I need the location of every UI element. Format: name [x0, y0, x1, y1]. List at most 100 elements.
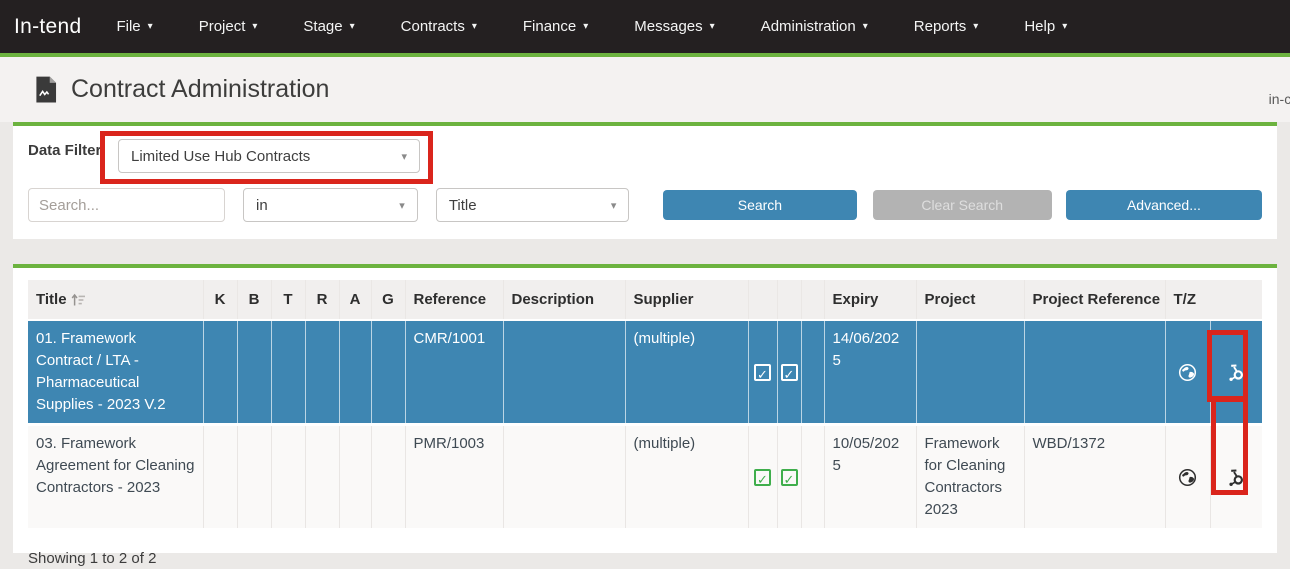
sort-ascending-icon — [70, 292, 86, 308]
cell-g — [371, 425, 405, 529]
cell-project — [916, 320, 1024, 425]
advanced-search-button[interactable]: Advanced... — [1066, 190, 1262, 220]
table-header-row: Title K B T R A G Refer — [28, 280, 1262, 320]
search-field-select[interactable]: Title ▾ — [436, 188, 630, 222]
clear-search-button[interactable]: Clear Search — [873, 190, 1052, 220]
column-header-supplier[interactable]: Supplier — [625, 280, 748, 320]
menu-project-label: Project — [199, 18, 246, 35]
contracts-table: Title K B T R A G Refer — [28, 280, 1262, 528]
menu-project[interactable]: Project ▾ — [176, 18, 281, 35]
column-header-expiry[interactable]: Expiry — [824, 280, 916, 320]
hub-sprocket-icon — [1226, 362, 1246, 382]
cell-description — [503, 320, 625, 425]
menu-messages[interactable]: Messages ▾ — [611, 18, 737, 35]
cell-check1 — [748, 425, 777, 529]
menu-messages-label: Messages — [634, 18, 702, 35]
column-header-r[interactable]: R — [305, 280, 339, 320]
cell-expiry: 14/06/2025 — [824, 320, 916, 425]
cell-title: 01. Framework Contract / LTA - Pharmaceu… — [28, 320, 203, 425]
menu-reports-label: Reports — [914, 18, 967, 35]
contracts-table-panel: Title K B T R A G Refer — [13, 264, 1277, 553]
globe-icon — [1178, 468, 1197, 487]
checkbox-checked-icon — [754, 469, 771, 486]
checkbox-checked-icon — [781, 364, 798, 381]
search-operator-select[interactable]: in ▾ — [243, 188, 418, 222]
column-header-title[interactable]: Title — [28, 280, 203, 320]
cell-k — [203, 425, 237, 529]
column-header-g[interactable]: G — [371, 280, 405, 320]
cell-check1 — [748, 320, 777, 425]
menu-contracts[interactable]: Contracts▾ — [378, 18, 500, 35]
cell-tz-globe[interactable] — [1165, 320, 1210, 425]
chevron-down-icon: ▾ — [252, 21, 257, 32]
column-header-t[interactable]: T — [271, 280, 305, 320]
chevron-down-icon: ▾ — [583, 21, 588, 32]
chevron-down-icon: ▾ — [399, 199, 405, 212]
cell-spacer — [801, 425, 824, 529]
cell-r — [305, 320, 339, 425]
top-navigation-bar: In-tend File▾ Project▾ Stage▾ Contracts▾… — [0, 0, 1290, 57]
column-header-project-reference[interactable]: Project Reference — [1024, 280, 1165, 320]
menu-stage-label: Stage — [303, 18, 342, 35]
menu-finance-label: Finance — [523, 18, 576, 35]
menu-reports[interactable]: Reports ▾ — [891, 18, 1002, 35]
contract-document-icon — [34, 76, 57, 103]
table-row-contract-1[interactable]: 01. Framework Contract / LTA - Pharmaceu… — [28, 320, 1262, 425]
cell-expiry: 10/05/2025 — [824, 425, 916, 529]
column-header-spacer — [801, 280, 824, 320]
search-operator-value: in — [256, 197, 268, 214]
cell-tz-globe[interactable] — [1165, 425, 1210, 529]
chevron-down-icon: ▾ — [472, 21, 477, 32]
cell-t — [271, 320, 305, 425]
app-logo[interactable]: In-tend — [14, 15, 81, 39]
data-filter-label: Data Filter: — [28, 139, 118, 173]
cell-reference: PMR/1003 — [405, 425, 503, 529]
menu-finance[interactable]: Finance ▾ — [500, 18, 611, 35]
cell-check2 — [777, 425, 801, 529]
column-header-check2 — [777, 280, 801, 320]
menu-help[interactable]: Help ▾ — [1001, 18, 1090, 35]
table-row-contract-2[interactable]: 03. Framework Agreement for Cleaning Con… — [28, 425, 1262, 529]
cell-a — [339, 425, 371, 529]
menu-administration-label: Administration — [761, 18, 856, 35]
column-header-title-label: Title — [36, 291, 67, 308]
menu-file-label: File — [116, 18, 140, 35]
cell-tz-hub[interactable] — [1210, 425, 1262, 529]
menu-administration[interactable]: Administration▾ — [738, 18, 891, 35]
cell-k — [203, 320, 237, 425]
chevron-down-icon: ▾ — [973, 21, 978, 32]
cell-r — [305, 425, 339, 529]
menu-help-label: Help — [1024, 18, 1055, 35]
cell-tz-hub[interactable] — [1210, 320, 1262, 425]
chevron-down-icon: ▾ — [401, 150, 407, 163]
chevron-down-icon: ▾ — [1062, 21, 1067, 32]
search-field-value: Title — [449, 197, 477, 214]
column-header-check1 — [748, 280, 777, 320]
menu-stage[interactable]: Stage▾ — [280, 18, 377, 35]
page-title: Contract Administration — [71, 75, 329, 104]
menu-file[interactable]: File▾ — [93, 18, 175, 35]
hub-sprocket-icon — [1226, 467, 1246, 487]
data-filter-select[interactable]: Limited Use Hub Contracts ▾ — [118, 139, 420, 173]
page-header: Contract Administration in-co — [0, 57, 1290, 122]
cell-project-reference — [1024, 320, 1165, 425]
column-header-reference[interactable]: Reference — [405, 280, 503, 320]
search-button[interactable]: Search — [663, 190, 856, 220]
cell-project-reference: WBD/1372 — [1024, 425, 1165, 529]
filter-panel: Data Filter: Limited Use Hub Contracts ▾… — [13, 122, 1277, 239]
cell-g — [371, 320, 405, 425]
chevron-down-icon: ▾ — [710, 21, 715, 32]
cell-title: 03. Framework Agreement for Cleaning Con… — [28, 425, 203, 529]
column-header-k[interactable]: K — [203, 280, 237, 320]
showing-count-text: Showing 1 to 2 of 2 — [28, 550, 1262, 567]
cell-a — [339, 320, 371, 425]
column-header-description[interactable]: Description — [503, 280, 625, 320]
data-filter-selected-value: Limited Use Hub Contracts — [131, 148, 310, 165]
chevron-down-icon: ▾ — [611, 199, 617, 212]
column-header-tz[interactable]: T/Z — [1165, 280, 1262, 320]
column-header-project[interactable]: Project — [916, 280, 1024, 320]
column-header-b[interactable]: B — [237, 280, 271, 320]
cell-reference: CMR/1001 — [405, 320, 503, 425]
column-header-a[interactable]: A — [339, 280, 371, 320]
search-input[interactable] — [28, 188, 225, 222]
